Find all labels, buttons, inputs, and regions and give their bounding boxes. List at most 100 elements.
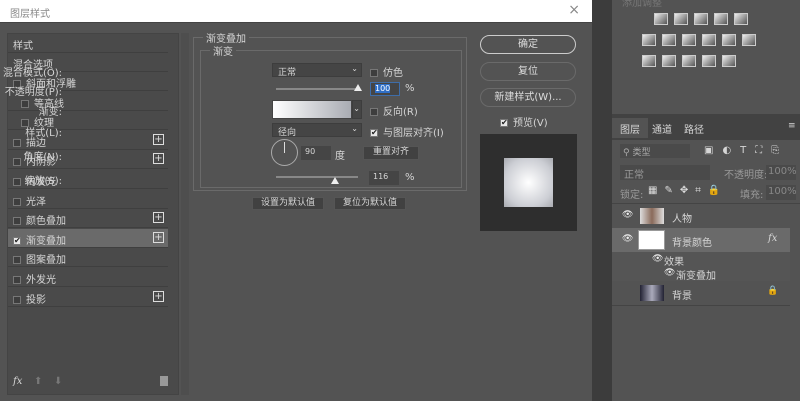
angle-input[interactable]: 90 <box>301 146 331 160</box>
layer-style-dialog: 图层样式 × 样式 混合选项 斜面和浮雕 等高线 纹理 描边 + 内阴影 + 内发光 光泽 颜色叠… <box>0 0 592 401</box>
gradient-picker[interactable] <box>272 100 352 119</box>
adjustment-icon[interactable] <box>702 34 716 46</box>
blend-mode-dropdown[interactable]: 正常 <box>620 165 710 181</box>
dither-checkbox[interactable]: 仿色 <box>370 64 403 79</box>
adjustment-icon[interactable] <box>734 13 748 25</box>
preview-checkbox[interactable]: ✔ 预览(V) <box>500 114 548 129</box>
add-icon[interactable]: + <box>153 153 164 165</box>
add-icon[interactable]: + <box>153 231 164 243</box>
new-style-button[interactable]: 新建样式(W)... <box>480 88 576 107</box>
adjustment-icon[interactable] <box>642 55 656 67</box>
scale-unit: % <box>405 172 415 183</box>
checkbox[interactable] <box>13 178 21 186</box>
checkbox[interactable] <box>13 158 21 167</box>
eye-icon[interactable]: 👁 <box>664 268 675 278</box>
adjustment-icon[interactable] <box>654 13 668 25</box>
checkbox[interactable] <box>13 138 21 147</box>
adjustment-icon[interactable] <box>742 34 756 46</box>
eye-icon[interactable]: 👁 <box>622 234 633 244</box>
move-down-icon[interactable]: ⬇ <box>54 376 62 387</box>
reverse-checkbox[interactable]: 反向(R) <box>370 103 418 118</box>
align-checkbox[interactable]: ✔ 与图层对齐(I) <box>370 124 444 139</box>
adjustment-icon[interactable] <box>694 13 708 25</box>
trash-icon[interactable] <box>160 376 168 386</box>
align-label: 与图层对齐(I) <box>383 128 444 139</box>
reset-button[interactable]: 复位 <box>480 62 576 81</box>
scale-label: 缩放(S): <box>24 176 62 187</box>
adjustment-icon[interactable] <box>662 34 676 46</box>
style-item[interactable]: ✔ 渐变叠加 + <box>8 228 168 248</box>
adjustment-icon[interactable] <box>722 34 736 46</box>
scale-slider-thumb[interactable] <box>331 177 339 184</box>
style-item[interactable]: 图案叠加 <box>8 248 168 268</box>
add-icon[interactable]: + <box>153 290 164 302</box>
checkbox[interactable] <box>13 217 21 226</box>
fx-icon[interactable]: fx <box>768 233 777 244</box>
scale-input[interactable]: 116 <box>369 171 399 185</box>
tab-channels[interactable]: 通道 <box>644 118 680 138</box>
checkbox[interactable] <box>13 197 21 206</box>
angle-dial[interactable] <box>271 139 298 166</box>
layer-opacity-input[interactable]: 100% <box>766 165 797 180</box>
checkbox[interactable] <box>21 99 29 108</box>
adjustment-icon[interactable] <box>722 55 736 67</box>
adjustment-icon[interactable] <box>682 55 696 67</box>
style-item[interactable]: 投影 + <box>8 288 168 307</box>
layer-row-bg-color[interactable]: 👁 背景颜色 fx <box>612 228 790 252</box>
opacity-input[interactable]: 100 <box>370 82 400 96</box>
blend-mode-select[interactable]: 正常 ⌄ <box>272 63 362 78</box>
adjustment-icon[interactable] <box>674 13 688 25</box>
move-up-icon[interactable]: ⬆ <box>34 376 42 387</box>
gradient-dropdown[interactable]: ⌄ <box>352 100 362 119</box>
blend-mode-label: 混合模式(O): <box>2 68 62 79</box>
styles-scrollbar[interactable] <box>181 33 189 395</box>
layer-row-person[interactable]: 👁 人物 <box>612 205 790 227</box>
style-value: 径向 <box>278 128 297 138</box>
effect-name: 渐变叠加 <box>676 271 716 282</box>
styles-header[interactable]: 样式 <box>8 34 168 53</box>
tab-paths[interactable]: 路径 <box>676 118 712 138</box>
style-item[interactable]: 光泽 <box>8 190 168 209</box>
checkbox[interactable] <box>13 295 21 304</box>
ok-button[interactable]: 确定 <box>480 35 576 54</box>
blend-mode-value: 正常 <box>278 68 297 78</box>
layer-thumbnail <box>640 285 664 301</box>
eye-icon[interactable]: 👁 <box>622 210 633 220</box>
lock-icons[interactable]: ▦✎✥⌗🔒 <box>648 185 727 196</box>
reset-default-button[interactable]: 复位为默认值 <box>334 197 406 210</box>
fill-input[interactable]: 100% <box>766 185 797 200</box>
checkbox[interactable] <box>13 276 21 284</box>
gradient-label: 渐变: <box>38 107 62 118</box>
layer-name: 背景颜色 <box>672 238 712 249</box>
checkbox[interactable]: ✔ <box>13 236 21 245</box>
style-select[interactable]: 径向 ⌄ <box>272 123 362 138</box>
close-button[interactable]: × <box>568 2 580 18</box>
add-icon[interactable]: + <box>153 133 164 145</box>
adjustment-icon[interactable] <box>662 55 676 67</box>
opacity-unit: % <box>405 83 415 94</box>
adjustment-icon[interactable] <box>702 55 716 67</box>
tab-layers[interactable]: 图层 <box>612 118 648 138</box>
add-icon[interactable]: + <box>153 212 164 224</box>
effect-gradient-overlay-row[interactable]: 👁 渐变叠加 <box>612 266 790 282</box>
style-item[interactable]: 颜色叠加 + <box>8 209 168 229</box>
adjustment-icon[interactable] <box>714 13 728 25</box>
filter-type-input[interactable]: ⚲ 类型 <box>620 144 690 158</box>
opacity-slider[interactable] <box>276 88 358 90</box>
reset-align-button[interactable]: 重置对齐 <box>363 146 419 160</box>
fx-icon[interactable]: fx <box>13 376 22 387</box>
scale-slider[interactable] <box>276 176 358 178</box>
style-label: 样式(L): <box>25 128 62 139</box>
adjustment-icon[interactable] <box>642 34 656 46</box>
filter-icons[interactable]: ▣◐T⛶⎘ <box>704 145 788 156</box>
layer-row-background[interactable]: 背景 🔒 <box>612 282 790 304</box>
style-item[interactable]: 外发光 <box>8 268 168 287</box>
adjustment-icon[interactable] <box>682 34 696 46</box>
layer-name: 人物 <box>672 214 692 225</box>
opacity-slider-thumb[interactable] <box>354 84 362 91</box>
set-default-button[interactable]: 设置为默认值 <box>252 197 324 210</box>
effects-row[interactable]: 👁 效果 <box>612 252 790 268</box>
checkbox[interactable] <box>13 256 21 265</box>
panel-menu-icon[interactable]: ≡ <box>788 121 796 131</box>
eye-icon[interactable]: 👁 <box>652 254 663 264</box>
